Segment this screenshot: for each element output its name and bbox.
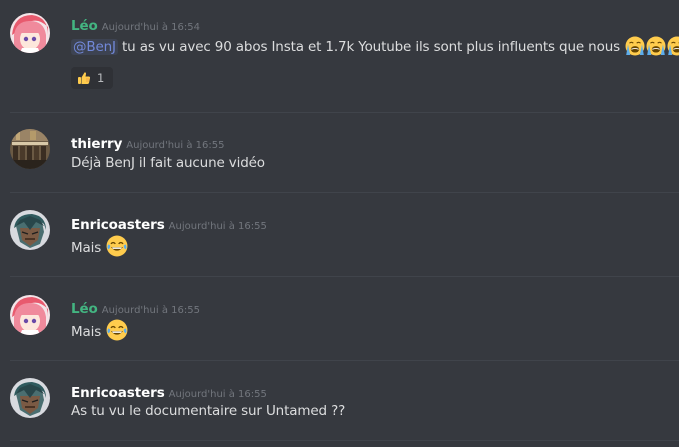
chat-log: Léo Aujourd'hui à 16:54 @BenJ tu as vu av… xyxy=(0,0,679,447)
message-text: Mais xyxy=(71,319,129,341)
username[interactable]: Léo xyxy=(71,18,98,34)
avatar[interactable] xyxy=(10,210,50,250)
message-body: tu as vu avec 90 abos Insta et 1.7k Yout… xyxy=(122,39,620,55)
loudly-crying-face-icon xyxy=(625,36,646,56)
message-divider xyxy=(10,192,679,193)
user-mention[interactable]: @BenJ xyxy=(71,39,118,55)
message-body: Déjà BenJ il fait aucune vidéo xyxy=(71,155,265,171)
username[interactable]: Enricoasters xyxy=(71,385,165,401)
message-body: Mais xyxy=(71,240,102,256)
message-text: As tu vu le documentaire sur Untamed ?? xyxy=(71,403,345,419)
timestamp: Aujourd'hui à 16:55 xyxy=(168,221,267,232)
message-body: Mais xyxy=(71,324,102,340)
loudly-crying-face-icon xyxy=(667,36,679,56)
timestamp: Aujourd'hui à 16:55 xyxy=(101,305,200,316)
username[interactable]: Enricoasters xyxy=(71,217,165,233)
message-body: As tu vu le documentaire sur Untamed ?? xyxy=(71,403,346,419)
message-divider xyxy=(10,276,679,277)
message-divider xyxy=(10,440,679,441)
loudly-crying-face-icon xyxy=(646,36,667,56)
timestamp: Aujourd'hui à 16:55 xyxy=(168,389,267,400)
message-divider xyxy=(10,112,679,113)
timestamp: Aujourd'hui à 16:54 xyxy=(101,22,200,33)
reaction-thumbs-up[interactable]: 1 xyxy=(71,67,113,89)
message-text: @BenJ tu as vu avec 90 abos Insta et 1.7… xyxy=(71,36,679,56)
username[interactable]: Léo xyxy=(71,301,98,317)
tears-of-joy-icon xyxy=(106,319,129,341)
avatar[interactable] xyxy=(10,129,50,169)
avatar[interactable] xyxy=(10,378,50,418)
avatar[interactable] xyxy=(10,295,50,335)
timestamp: Aujourd'hui à 16:55 xyxy=(126,140,225,151)
reaction-count: 1 xyxy=(97,71,105,85)
tears-of-joy-icon xyxy=(106,235,129,257)
message-text: Déjà BenJ il fait aucune vidéo xyxy=(71,155,265,171)
thumbs-up-icon xyxy=(78,72,91,84)
message-text: Mais xyxy=(71,235,129,257)
avatar[interactable] xyxy=(10,13,50,53)
message-divider xyxy=(10,360,679,361)
username[interactable]: thierry xyxy=(71,136,122,152)
